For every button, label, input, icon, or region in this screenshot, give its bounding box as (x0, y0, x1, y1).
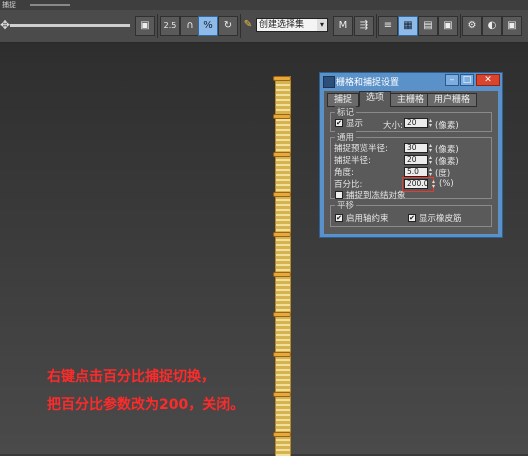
tab-snaps[interactable]: 捕捉 (327, 93, 360, 107)
minimize-button[interactable]: – (445, 74, 459, 86)
snap-radius-unit: (像素) (435, 157, 459, 167)
snap-preview-radius-input[interactable]: 30 (404, 143, 428, 153)
translation-group-title: 平移 (335, 199, 357, 211)
material-editor-icon[interactable]: ⚙ (462, 16, 482, 36)
tab-home-grid[interactable]: 主栅格 (390, 93, 432, 107)
snap-radius-label: 捕捉半径: (334, 156, 371, 166)
schematic-view-icon[interactable]: ▣ (438, 16, 458, 36)
toolbar-strip-label: 捕捉 (2, 1, 16, 9)
angle-snap-label: 2.5 (163, 21, 177, 30)
app-icon (323, 76, 335, 88)
toolbar-strip-bar (30, 4, 70, 6)
snap-radius-spinner[interactable]: ▴ ▾ (429, 155, 434, 166)
named-selection-set-dropdown[interactable]: 创建选择集 ▾ (256, 18, 328, 32)
snap-frozen-checkbox[interactable] (335, 191, 343, 199)
rubber-band-checkbox[interactable]: ✔ (408, 214, 416, 222)
chevron-down-icon: ▾ (317, 19, 327, 31)
tab-options[interactable]: 选项 (359, 91, 392, 107)
render-setup-icon[interactable]: ◐ (482, 16, 502, 36)
column-ring (273, 272, 291, 277)
markers-group: 标记 ✔ 显示 大小: 20 ▴ ▾ (像素) (330, 106, 492, 132)
move-arrows-icon: ✥ (0, 18, 11, 32)
layer-manager-icon[interactable]: ≡ (378, 16, 398, 36)
size-unit: (像素) (435, 121, 459, 131)
column-ring (273, 76, 291, 81)
percent-snap-label: % (203, 20, 213, 31)
close-button[interactable]: ✕ (476, 74, 500, 86)
snap-preview-radius-label: 捕捉预览半径: (334, 144, 388, 154)
grid-snap-settings-dialog: 栅格和捕捉设置 – □ ✕ 捕捉 选项 主栅格 用户栅格 标记 ✔ 显示 大小:… (319, 72, 503, 238)
column-ring (273, 392, 291, 397)
edit-named-selection-icon[interactable]: ✎ (238, 16, 258, 36)
column-ring (273, 152, 291, 157)
align-icon[interactable]: ⇶ (354, 16, 374, 36)
annotation-line-2: 把百分比参数改为200，关闭。 (47, 397, 245, 413)
slider-track[interactable] (10, 24, 130, 27)
snap-radius-input[interactable]: 20 (404, 155, 428, 165)
angle-unit: (度) (435, 169, 451, 179)
mirror-icon[interactable]: M (333, 16, 353, 36)
general-group: 通用 捕捉预览半径: 30 ▴ ▾ (像素) 捕捉半径: 20 ▴ ▾ (像素) 角… (330, 131, 492, 201)
size-input[interactable]: 20 (404, 118, 428, 128)
dialog-title: 栅格和捕捉设置 (336, 78, 400, 88)
toolbar-divider (157, 14, 158, 38)
annotation-line-1: 右键点击百分比捕捉切换， (47, 369, 215, 385)
toolbar-divider (376, 14, 377, 38)
angle-snap-toggle[interactable]: 2.5 (160, 16, 180, 36)
snap-magnet-icon[interactable]: ∩ (180, 16, 200, 36)
axis-constraint-checkbox[interactable]: ✔ (335, 214, 343, 222)
graphite-ribbon-icon[interactable]: ▦ (398, 16, 418, 36)
size-label: 大小: (383, 121, 403, 131)
snap-preview-radius-unit: (像素) (435, 145, 459, 155)
maximize-button[interactable]: □ (460, 74, 474, 86)
percent-unit: (%) (439, 179, 454, 189)
tab-user-grids[interactable]: 用户栅格 (427, 93, 478, 107)
dialog-body: 捕捉 选项 主栅格 用户栅格 标记 ✔ 显示 大小: 20 ▴ ▾ (像素) 通用… (324, 91, 498, 234)
spinner-snap-icon[interactable]: ↻ (218, 16, 238, 36)
rubber-band-label: 显示橡皮筋 (419, 214, 462, 224)
translation-group: 平移 ✔ 启用轴约束 ✔ 显示橡皮筋 (330, 199, 492, 227)
column-ring (273, 432, 291, 437)
toolbar-strip: 捕捉 (0, 0, 528, 10)
render-frame-icon[interactable]: ▣ (502, 16, 522, 36)
main-toolbar: 捕捉 ✥ ▣ 2.5 ∩ % ↻ ✎ 创建选择集 ▾ M ⇶ ≡ ▦ ▤ ▣ ⚙… (0, 0, 528, 43)
angle-input[interactable]: 5.0 (404, 167, 428, 177)
curve-editor-icon[interactable]: ▤ (418, 16, 438, 36)
axis-constraint-label: 启用轴约束 (346, 214, 389, 224)
column-ring (273, 232, 291, 237)
toolbar-divider (460, 14, 461, 38)
percent-input[interactable]: 200.0 (404, 179, 428, 189)
viewport-button[interactable]: ▣ (135, 16, 155, 36)
column-ring (273, 114, 291, 119)
bamboo-column-object[interactable] (273, 76, 291, 456)
size-spinner[interactable]: ▴ ▾ (429, 118, 434, 129)
dialog-titlebar[interactable]: 栅格和捕捉设置 – □ ✕ (320, 73, 502, 90)
selection-set-value: 创建选择集 (259, 20, 305, 30)
column-ring (273, 192, 291, 197)
percent-spinner[interactable]: ▴ ▾ (432, 179, 437, 190)
snap-preview-radius-spinner[interactable]: ▴ ▾ (429, 143, 434, 154)
snap-strength-slider[interactable]: ✥ (0, 18, 134, 32)
display-checkbox[interactable]: ✔ (335, 119, 343, 127)
column-ring (273, 312, 291, 317)
angle-label: 角度: (334, 168, 354, 178)
display-label: 显示 (346, 119, 364, 129)
percent-snap-toggle[interactable]: % (198, 16, 218, 36)
column-ring (273, 352, 291, 357)
angle-spinner[interactable]: ▴ ▾ (429, 167, 434, 178)
